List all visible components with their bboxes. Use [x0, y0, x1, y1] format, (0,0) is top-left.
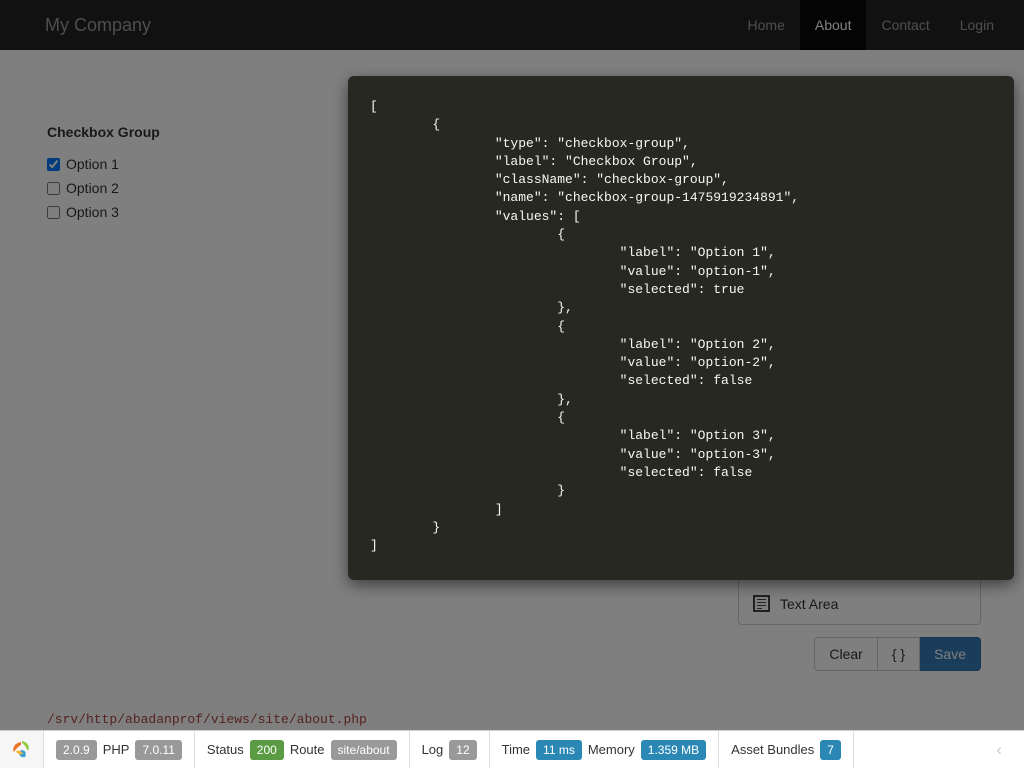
json-preview-text: [ { "type": "checkbox-group", "label": "… — [370, 99, 800, 554]
time-badge: 11 ms — [536, 739, 582, 760]
yii-debug-toolbar: 2.0.9 PHP 7.0.11 Status 200 Route site/a… — [0, 730, 1024, 768]
debug-performance-block[interactable]: Time 11 ms Memory 1.359 MB — [490, 731, 720, 768]
memory-label: Memory — [587, 742, 635, 757]
log-count-badge: 12 — [449, 739, 477, 760]
asset-bundles-badge: 7 — [820, 739, 841, 760]
status-label: Status — [206, 742, 244, 757]
debug-log-block[interactable]: Log 12 — [410, 731, 490, 768]
route-badge: site/about — [330, 739, 397, 760]
memory-badge: 1.359 MB — [640, 739, 707, 760]
debug-request-block[interactable]: Status 200 Route site/about — [195, 731, 410, 768]
status-badge: 200 — [249, 739, 284, 760]
collapse-chevron-icon[interactable]: ‹ — [996, 740, 1012, 760]
asset-bundles-label: Asset Bundles — [731, 742, 815, 757]
log-label: Log — [421, 742, 444, 757]
json-preview-modal: [ { "type": "checkbox-group", "label": "… — [348, 76, 1014, 580]
php-version-pill: 7.0.11 — [135, 739, 182, 760]
php-label: PHP — [102, 742, 130, 757]
time-label: Time — [501, 742, 531, 757]
route-label: Route — [289, 742, 325, 757]
yii-logo-icon[interactable] — [0, 731, 44, 768]
debug-asset-block[interactable]: Asset Bundles 7 — [719, 731, 854, 768]
debug-toolbar-filler: ‹ — [854, 731, 1024, 768]
debug-version-block[interactable]: 2.0.9 PHP 7.0.11 — [44, 731, 195, 768]
yii-version-pill: 2.0.9 — [56, 739, 97, 760]
